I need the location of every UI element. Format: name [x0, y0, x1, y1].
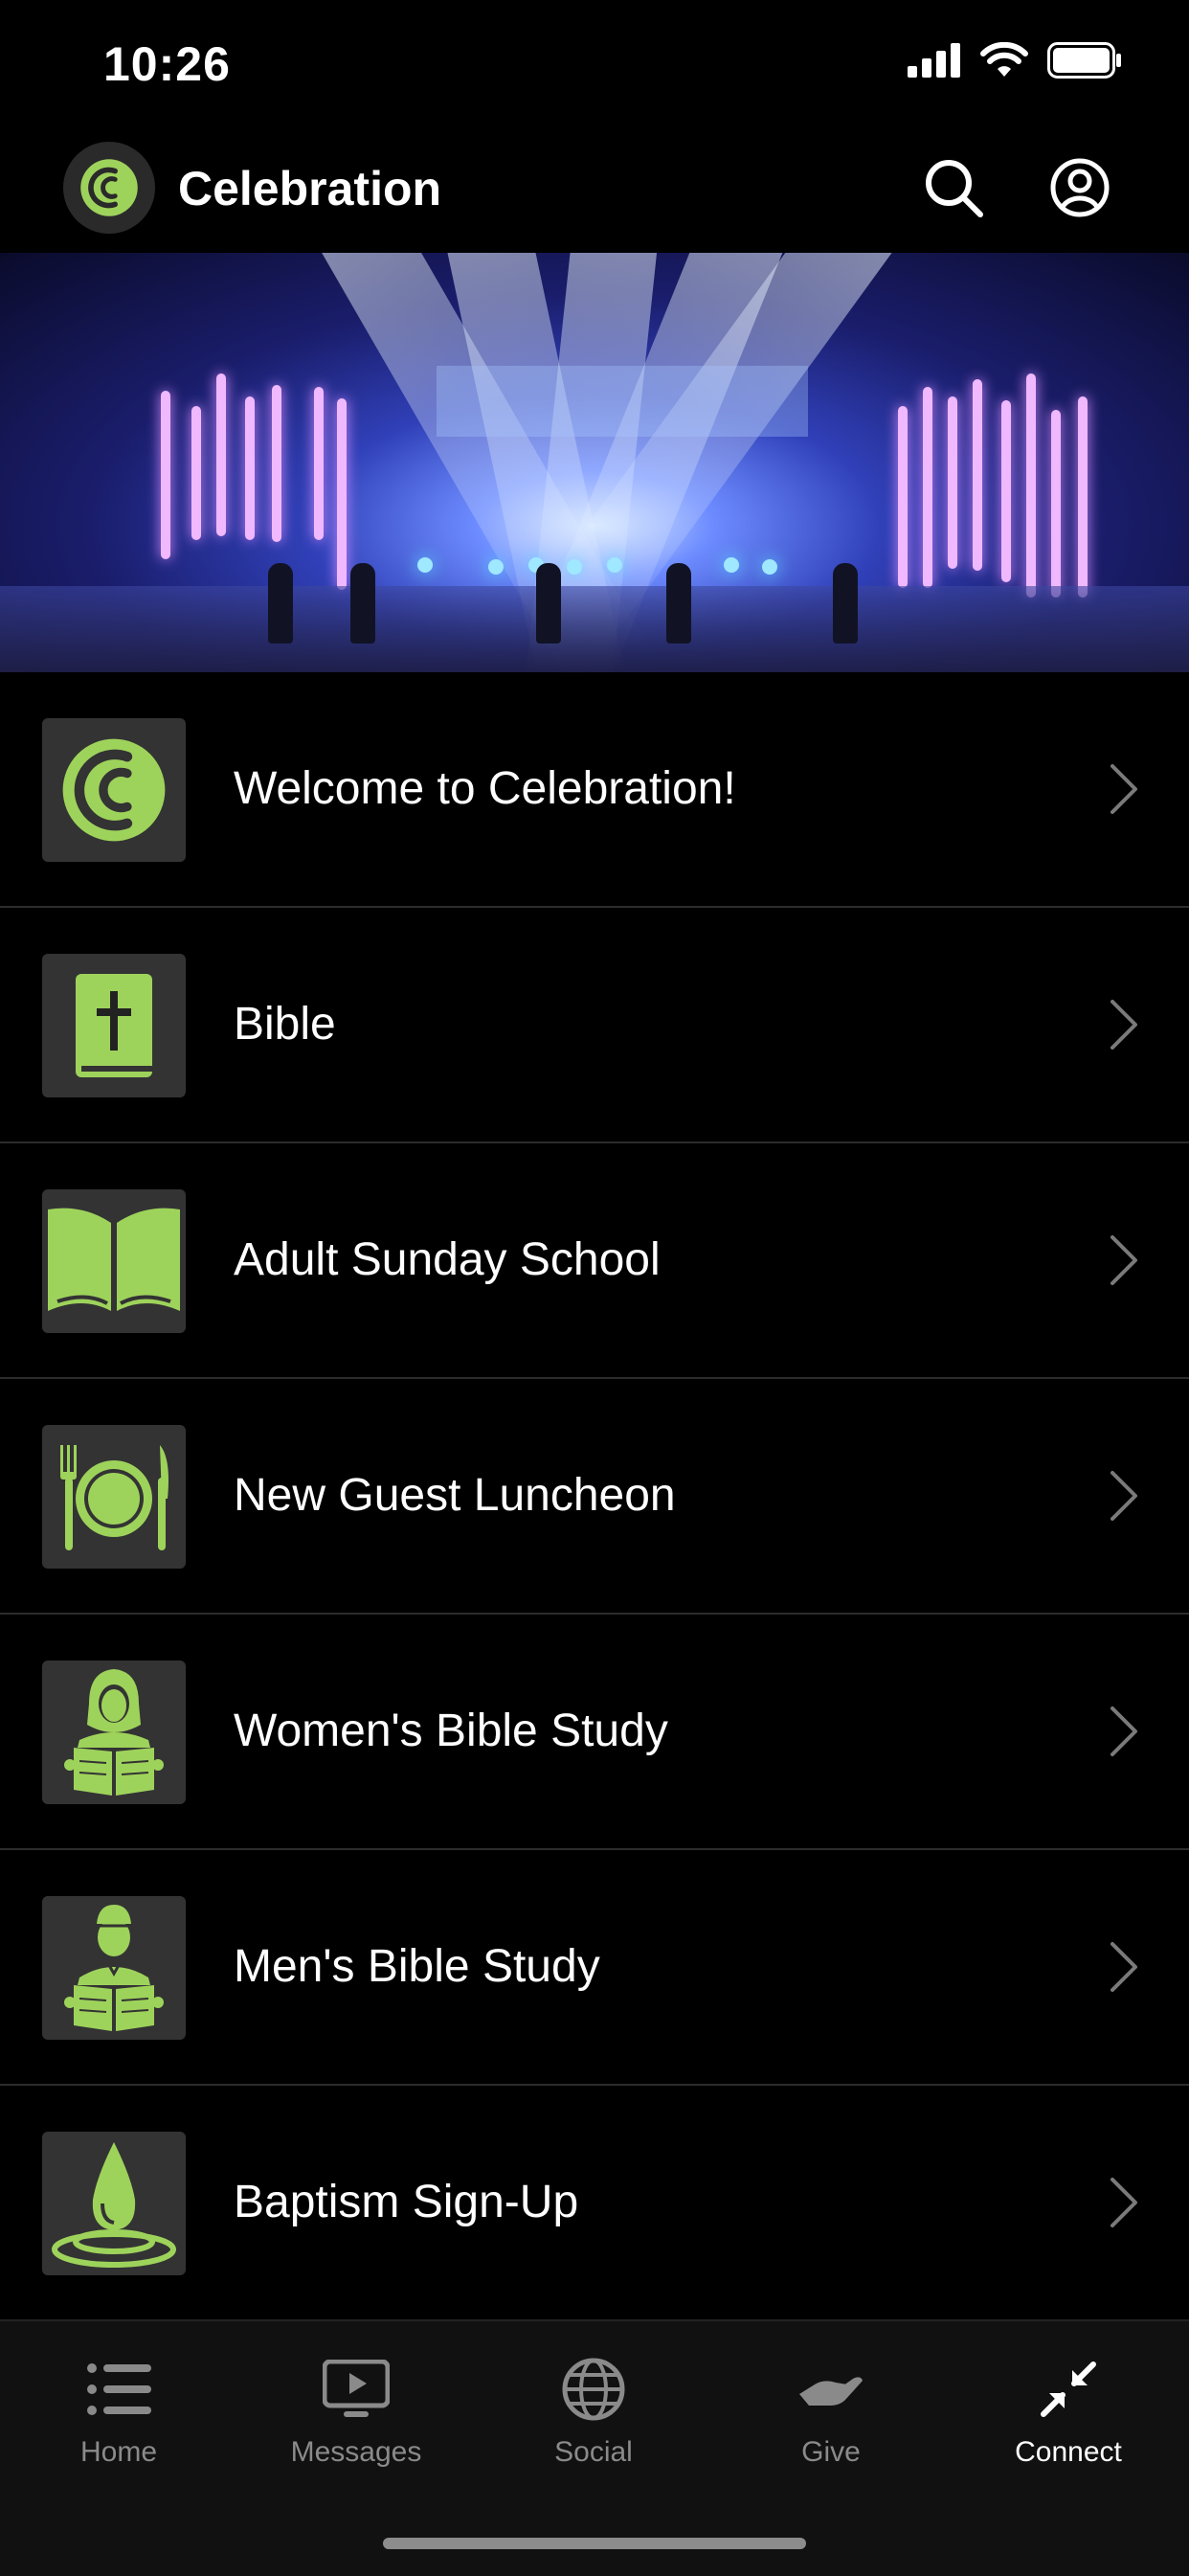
arrows-inward-icon	[1041, 2361, 1096, 2417]
status-time: 10:26	[103, 37, 231, 91]
menu-item-mens-bible-study[interactable]: Men's Bible Study	[0, 1850, 1189, 2086]
menu-item-welcome[interactable]: Welcome to Celebration!	[0, 672, 1189, 908]
chevron-right-icon	[1110, 1471, 1137, 1521]
menu-item-baptism-sign-up[interactable]: Baptism Sign-Up	[0, 2086, 1189, 2321]
chevron-right-icon	[1110, 1942, 1137, 1992]
tab-give[interactable]: Give	[712, 2356, 950, 2469]
menu-item-new-guest-luncheon[interactable]: New Guest Luncheon	[0, 1379, 1189, 1615]
hero-banner-image	[0, 253, 1189, 672]
menu-item-tile	[42, 1661, 186, 1804]
celebration-logo-icon	[80, 159, 138, 216]
globe-icon	[562, 2358, 625, 2421]
profile-button[interactable]	[1045, 153, 1114, 222]
menu-item-bible[interactable]: Bible	[0, 908, 1189, 1143]
menu-item-tile	[42, 2132, 186, 2275]
tab-messages[interactable]: Messages	[237, 2356, 475, 2469]
tab-connect[interactable]: Connect	[950, 2356, 1187, 2469]
battery-icon	[1047, 42, 1121, 79]
hand-icon	[799, 2377, 863, 2406]
signal-icon	[908, 43, 960, 78]
menu-item-tile	[42, 1425, 186, 1569]
app-title: Celebration	[178, 162, 442, 215]
tab-label: Connect	[1015, 2436, 1122, 2468]
menu-item-label: New Guest Luncheon	[234, 1470, 676, 1521]
menu-item-label: Men's Bible Study	[234, 1941, 600, 1992]
chevron-right-icon	[1110, 1235, 1137, 1285]
tv-play-icon	[323, 2360, 390, 2417]
man-reading-icon	[64, 1905, 164, 2031]
menu-item-label: Baptism Sign-Up	[234, 2177, 579, 2227]
tab-label: Home	[79, 2436, 158, 2468]
app-logo[interactable]	[63, 142, 155, 234]
menu-item-tile	[42, 1896, 186, 2040]
user-circle-icon	[1050, 158, 1110, 217]
open-book-icon	[48, 1208, 180, 1311]
tab-label: Messages	[290, 2436, 422, 2468]
tab-social[interactable]: Social	[475, 2356, 712, 2469]
wifi-icon	[980, 42, 1028, 77]
chevron-right-icon	[1110, 2178, 1137, 2227]
menu-list: Welcome to Celebration! Bible Adult Sund…	[0, 672, 1189, 2321]
menu-item-womens-bible-study[interactable]: Women's Bible Study	[0, 1615, 1189, 1850]
chevron-right-icon	[1110, 1706, 1137, 1756]
tab-label: Social	[554, 2436, 633, 2468]
list-icon	[87, 2363, 151, 2415]
status-icons	[908, 42, 1124, 79]
status-bar: 10:26	[0, 0, 1189, 134]
menu-item-tile	[42, 1189, 186, 1333]
menu-item-label: Adult Sunday School	[234, 1234, 661, 1285]
plate-fork-knife-icon	[60, 1445, 168, 1550]
celebration-logo-icon	[62, 738, 166, 842]
tab-label: Give	[801, 2436, 861, 2468]
menu-item-adult-sunday-school[interactable]: Adult Sunday School	[0, 1143, 1189, 1379]
search-button[interactable]	[919, 153, 988, 222]
home-indicator[interactable]	[383, 2538, 806, 2549]
menu-item-label: Women's Bible Study	[234, 1706, 668, 1756]
menu-item-label: Welcome to Celebration!	[234, 763, 736, 814]
menu-item-tile	[42, 718, 186, 862]
menu-item-tile	[42, 954, 186, 1097]
tab-home[interactable]: Home	[0, 2356, 237, 2469]
bible-icon	[76, 974, 152, 1077]
woman-reading-icon	[64, 1669, 164, 1796]
app-header: Celebration	[0, 134, 1189, 253]
chevron-right-icon	[1110, 764, 1137, 814]
chevron-right-icon	[1110, 1000, 1137, 1050]
search-icon	[926, 160, 983, 217]
water-drop-icon	[52, 2142, 176, 2268]
menu-item-label: Bible	[234, 999, 336, 1050]
